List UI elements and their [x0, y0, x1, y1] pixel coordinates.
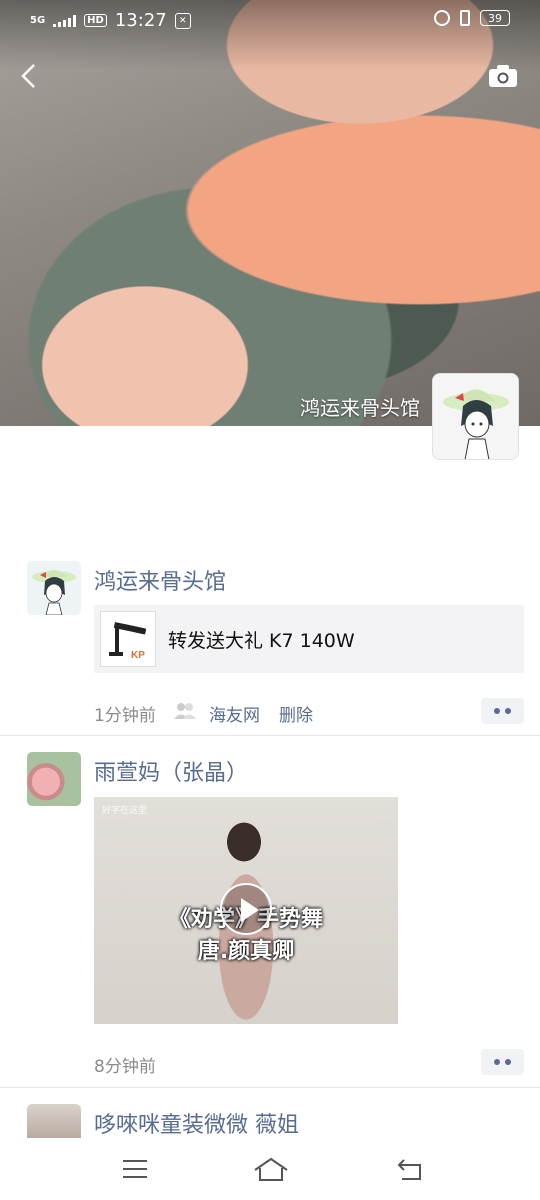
moments-screen: 5G HD 13:27 ✕ 39 鸿运来骨头馆 鸿运来骨头馆 KP 转发送大礼 …	[0, 0, 540, 1200]
battery-icon: 39	[480, 10, 510, 26]
divider	[0, 735, 540, 736]
post-author-name[interactable]: 哆唻咪童装微微 薇姐	[94, 1107, 299, 1139]
video-thumbnail[interactable]: 好字在这里 《劝学》手势舞 唐.颜真卿	[94, 797, 398, 1024]
svg-text:KP: KP	[131, 650, 145, 661]
post-avatar[interactable]	[27, 752, 81, 806]
more-actions-button[interactable]	[481, 698, 524, 724]
menu-icon[interactable]	[120, 1154, 150, 1184]
back-button[interactable]	[18, 62, 42, 90]
vibrate-icon	[460, 10, 470, 26]
profile-name: 鸿运来骨头馆	[300, 396, 420, 420]
post-avatar[interactable]	[27, 561, 81, 615]
network-type: 5G	[30, 14, 46, 26]
signal-icon	[53, 14, 77, 27]
people-icon	[174, 703, 196, 719]
status-bar: 5G HD 13:27 ✕ 39	[0, 0, 540, 40]
back-arrow-icon	[21, 64, 35, 88]
divider	[0, 1087, 540, 1088]
play-icon[interactable]	[220, 883, 272, 935]
post-source[interactable]: 海友网	[209, 701, 260, 726]
post-time: 8分钟前	[94, 1057, 156, 1077]
video-caption-line-2: 唐.颜真卿	[197, 939, 295, 964]
back-icon[interactable]	[396, 1154, 426, 1184]
dot-icon	[505, 708, 511, 714]
home-icon[interactable]	[253, 1154, 289, 1184]
hd-badge: HD	[84, 14, 107, 27]
dot-icon	[505, 1059, 511, 1065]
alarm-icon	[434, 10, 450, 26]
product-thumbnail: KP	[100, 611, 156, 667]
post-time: 1分钟前	[94, 706, 156, 726]
clock: 13:27	[114, 10, 167, 31]
cover-photo[interactable]	[0, 0, 540, 426]
cartoon-girl-avatar-icon	[433, 374, 518, 459]
aquarium-light-icon: KP	[109, 622, 147, 661]
delete-button[interactable]: 删除	[279, 701, 313, 726]
post-author-name[interactable]: 雨萱妈（张晶）	[94, 755, 248, 787]
more-actions-button[interactable]	[481, 1049, 524, 1075]
shared-link-title: 转发送大礼 K7 140W	[168, 630, 355, 652]
camera-icon	[489, 65, 517, 87]
system-navigation-bar	[0, 1138, 540, 1200]
profile-avatar[interactable]	[432, 373, 519, 460]
post-avatar[interactable]	[27, 1104, 81, 1138]
shared-link-card[interactable]: KP 转发送大礼 K7 140W	[94, 605, 524, 673]
camera-button[interactable]	[488, 64, 518, 88]
dot-icon	[494, 708, 500, 714]
app-notification-icon: ✕	[174, 12, 191, 29]
post-author-name[interactable]: 鸿运来骨头馆	[94, 564, 226, 596]
dot-icon	[494, 1059, 500, 1065]
cartoon-girl-avatar-icon	[32, 570, 76, 615]
video-watermark: 好字在这里	[102, 806, 148, 816]
